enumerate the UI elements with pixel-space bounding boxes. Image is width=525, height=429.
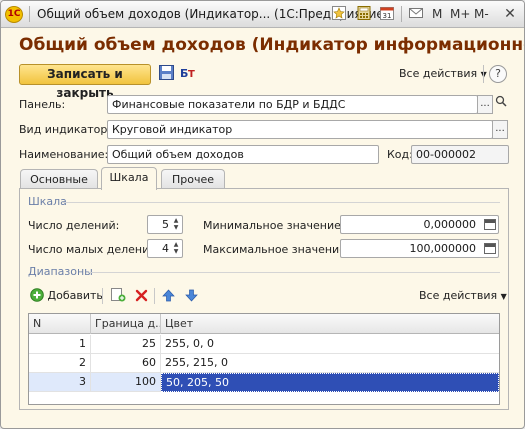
indicator-type-field[interactable]: Круговой индикатор xyxy=(107,120,493,139)
all-actions-menu[interactable]: Все действия ▼ xyxy=(399,67,487,80)
copy-row-icon[interactable] xyxy=(111,287,126,305)
divisions-value: 5 xyxy=(162,218,169,231)
calculator-icon[interactable] xyxy=(484,219,496,230)
ranges-group-title: Диапазоны xyxy=(28,265,93,278)
add-icon xyxy=(30,288,44,302)
minor-divisions-label: Число малых делений: xyxy=(28,243,161,256)
code-field[interactable]: 00-000002 xyxy=(411,145,509,164)
cell-n: 3 xyxy=(29,373,91,392)
minor-divisions-stepper[interactable]: 4 ▲ ▼ xyxy=(147,239,183,258)
cell-color[interactable]: 50, 205, 50 xyxy=(161,373,499,392)
separator xyxy=(483,65,484,83)
min-value-field[interactable]: 0,000000 xyxy=(340,215,499,234)
spin-arrows-icon[interactable]: ▲ ▼ xyxy=(171,241,181,256)
divisions-label: Число делений: xyxy=(28,219,120,232)
app-logo-icon: 1С xyxy=(5,6,23,23)
search-icon[interactable] xyxy=(493,95,509,113)
move-up-icon[interactable] xyxy=(162,287,175,305)
add-button[interactable]: Добавить xyxy=(30,287,103,305)
spin-arrows-icon[interactable]: ▲ ▼ xyxy=(171,217,181,232)
structure-icon[interactable]: БТ xyxy=(179,65,197,83)
memory-m-button[interactable]: M xyxy=(432,6,442,22)
name-field[interactable]: Общий объем доходов xyxy=(107,145,379,164)
svg-text:31: 31 xyxy=(383,12,392,20)
mail-icon[interactable] xyxy=(408,6,424,22)
tab-other[interactable]: Прочее xyxy=(161,169,225,189)
max-value-label: Максимальное значение: xyxy=(203,243,350,256)
table-row[interactable]: 1 25 255, 0, 0 xyxy=(29,335,499,354)
cell-color: 255, 0, 0 xyxy=(165,337,214,350)
close-icon[interactable]: ✕ xyxy=(501,5,519,23)
cell-n: 2 xyxy=(29,354,91,373)
column-header-n[interactable]: N xyxy=(29,314,91,334)
cell-color: 255, 215, 0 xyxy=(165,356,228,369)
cell-bound: 25 xyxy=(91,335,161,354)
calculator-icon[interactable] xyxy=(484,243,496,254)
calculator-icon[interactable] xyxy=(356,6,372,22)
form-window: 1С Общий объем доходов (Индикатор... (1С… xyxy=(0,0,525,429)
title-bar: 1С Общий объем доходов (Индикатор... (1С… xyxy=(1,1,524,28)
form-heading: Общий объем доходов (Индикатор информаци… xyxy=(19,35,524,55)
separator xyxy=(63,202,500,203)
separator xyxy=(89,272,500,273)
delete-icon[interactable] xyxy=(135,287,148,305)
table-row[interactable]: 2 60 255, 215, 0 xyxy=(29,354,499,373)
max-value-field[interactable]: 100,000000 xyxy=(340,239,499,258)
column-header-bound[interactable]: Граница д... xyxy=(91,314,161,334)
ranges-all-actions-menu[interactable]: Все действия ▼ xyxy=(419,287,507,305)
memory-minus-button[interactable]: M- xyxy=(474,6,489,22)
divisions-stepper[interactable]: 5 ▲ ▼ xyxy=(147,215,183,234)
min-value-label: Минимальное значение: xyxy=(203,219,345,232)
tab-main[interactable]: Основные xyxy=(20,169,98,189)
move-down-icon[interactable] xyxy=(185,287,198,305)
table-row-selected[interactable]: 3 100 50, 205, 50 xyxy=(29,373,499,392)
separator xyxy=(102,288,103,304)
separator xyxy=(154,288,155,304)
cell-bound: 60 xyxy=(91,354,161,373)
panel-label: Панель: xyxy=(19,98,66,111)
code-label: Код: xyxy=(387,148,413,161)
all-actions-label: Все действия xyxy=(399,67,478,80)
panel-field[interactable]: Финансовые показатели по БДР и БДДС xyxy=(107,95,478,114)
column-header-color[interactable]: Цвет xyxy=(161,314,499,334)
save-icon[interactable] xyxy=(157,65,175,83)
select-button[interactable]: ... xyxy=(477,95,493,114)
save-and-close-button[interactable]: Записать и закрыть xyxy=(19,64,151,100)
all-actions-label: Все действия xyxy=(419,289,498,302)
table-header: N Граница д... Цвет xyxy=(29,314,499,334)
name-label: Наименование: xyxy=(19,148,109,161)
favorites-icon[interactable] xyxy=(331,6,347,22)
memory-plus-button[interactable]: M+ xyxy=(450,6,470,22)
add-label: Добавить xyxy=(47,289,103,302)
indicator-type-label: Вид индикатора: xyxy=(19,123,118,136)
select-button[interactable]: ... xyxy=(492,120,508,139)
separator xyxy=(29,6,30,22)
help-button[interactable]: ? xyxy=(489,65,507,83)
separator xyxy=(401,6,402,22)
svg-text:Т: Т xyxy=(188,69,195,80)
ranges-toolbar: Добавить Все действия ▼ xyxy=(28,287,507,305)
minor-divisions-value: 4 xyxy=(162,242,169,255)
cell-bound: 100 xyxy=(91,373,161,392)
chevron-down-icon: ▼ xyxy=(500,292,507,301)
cell-n: 1 xyxy=(29,335,91,354)
calendar-icon[interactable]: 31 xyxy=(379,6,395,22)
ranges-table[interactable]: N Граница д... Цвет 1 25 255, 0, 0 2 60 … xyxy=(28,313,500,405)
tab-scale[interactable]: Шкала xyxy=(101,167,157,190)
scale-group-title: Шкала xyxy=(28,195,67,208)
